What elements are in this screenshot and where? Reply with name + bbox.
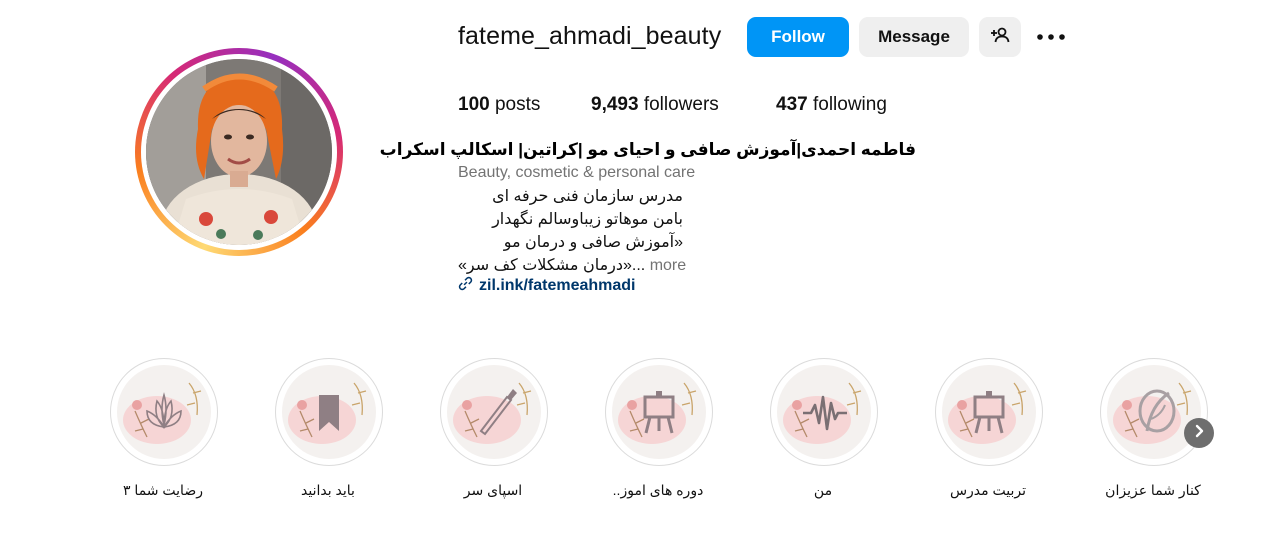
highlight-item[interactable]: کنار شما عزیزان [1100,358,1208,498]
highlight-cover[interactable] [1100,358,1208,466]
highlight-cover[interactable] [440,358,548,466]
highlight-cover-image [942,365,1036,459]
link-icon [458,276,473,296]
bio-link-text: zil.ink/fatemeahmadi [479,277,636,294]
highlight-item[interactable]: من [770,358,878,498]
highlight-item[interactable]: اسپای سر [440,358,548,498]
highlight-cover-image [447,365,541,459]
followers-count: 9,493 [591,94,639,115]
highlight-label: دوره های اموز.. [612,482,704,498]
highlight-label: رضایت شما ۳ [123,482,203,498]
highlight-cover-image [612,365,706,459]
highlight-cover[interactable] [275,358,383,466]
highlight-cover[interactable] [935,358,1043,466]
highlight-item[interactable]: دوره های اموز.. [605,358,713,498]
following-count: 437 [776,94,808,115]
highlight-item[interactable]: باید بدانید [275,358,383,498]
avatar-border [141,54,337,250]
highlight-label: تربیت مدرس [949,482,1027,498]
add-user-icon [990,25,1010,50]
highlight-label: باید بدانید [301,482,355,498]
highlight-label: من [813,482,833,498]
highlight-cover-image [1107,365,1201,459]
highlight-cover[interactable] [770,358,878,466]
highlight-cover[interactable] [605,358,713,466]
bio-full-name: فاطمه احمدی|آموزش صافی و احیای مو |کراتی… [379,140,916,159]
following-stat[interactable]: 437 following [776,94,887,116]
highlight-item[interactable]: رضایت شما ۳ [110,358,218,498]
highlight-cover-image [282,365,376,459]
avatar-photo [146,59,332,245]
highlight-label: کنار شما عزیزان [1105,482,1201,498]
profile-avatar[interactable] [135,48,343,256]
bio-more-link[interactable]: more [650,257,686,274]
bio-line-1: مدرس سازمان فنی حرفه ای [492,188,683,205]
followers-label: followers [643,94,719,115]
chevron-right-icon [1192,424,1206,443]
following-label: following [812,94,887,115]
profile-username: fateme_ahmadi_beauty [458,22,722,50]
posts-count: 100 [458,94,490,115]
bio-line-3: «آموزش صافی و درمان مو [503,234,683,251]
more-options-button[interactable] [1033,25,1069,49]
posts-stat: 100 posts [458,94,540,116]
bio-external-link[interactable]: zil.ink/fatemeahmadi [458,276,636,296]
followers-stat[interactable]: 9,493 followers [591,94,719,116]
bio-category: Beauty, cosmetic & personal care [458,164,696,181]
message-button[interactable]: Message [859,17,969,57]
avatar-portrait-image [146,59,332,245]
highlight-cover-image [777,365,871,459]
highlight-cover-image [117,365,211,459]
bio-line-2: بامن موهاتو زیباوسالم نگهدار [492,211,683,228]
posts-label: posts [494,94,541,115]
bio-line-4-row: «درمان مشکلات کف سر»... more [458,255,698,275]
highlights-next-button[interactable] [1184,418,1214,448]
follow-button[interactable]: Follow [747,17,849,57]
more-horizontal-icon [1036,28,1066,46]
highlight-item[interactable]: تربیت مدرس [935,358,1043,498]
bio-line-4: «درمان مشکلات کف سر» [458,257,632,274]
highlight-label: اسپای سر [463,482,523,498]
suggest-user-button[interactable] [979,17,1021,57]
highlight-cover[interactable] [110,358,218,466]
bio-ellipsis: ... [631,257,646,274]
